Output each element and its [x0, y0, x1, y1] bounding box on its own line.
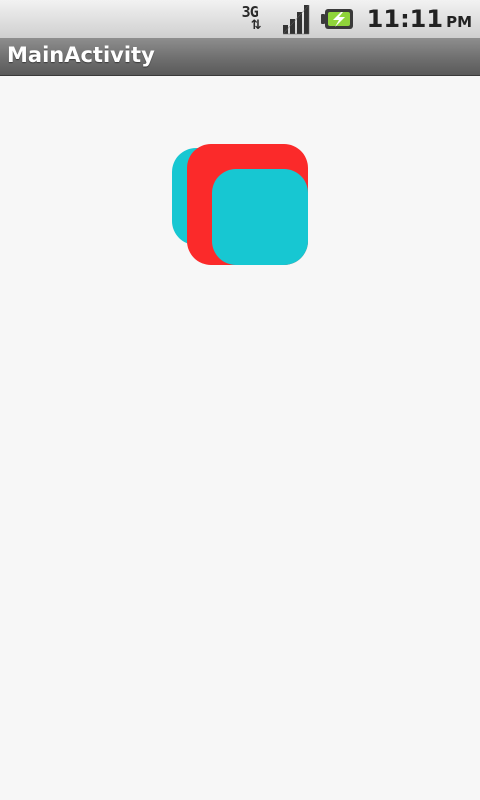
clock-ampm: PM [446, 13, 472, 31]
clock-time: 11:11 [366, 5, 444, 33]
app-title: MainActivity [7, 43, 155, 67]
3g-data-icon: 3G ⇅ [241, 3, 273, 35]
app-title-bar: MainActivity [0, 38, 480, 76]
status-icons: 3G ⇅ 11:11 PM [241, 0, 472, 38]
rounded-square-front [212, 169, 308, 265]
main-content [0, 77, 480, 800]
signal-strength-icon [282, 4, 309, 35]
status-clock: 11:11 PM [367, 5, 472, 33]
battery-charging-icon [320, 9, 353, 29]
status-bar: 3G ⇅ 11:11 PM [0, 0, 480, 38]
data-arrows-icon: ⇅ [250, 18, 262, 33]
